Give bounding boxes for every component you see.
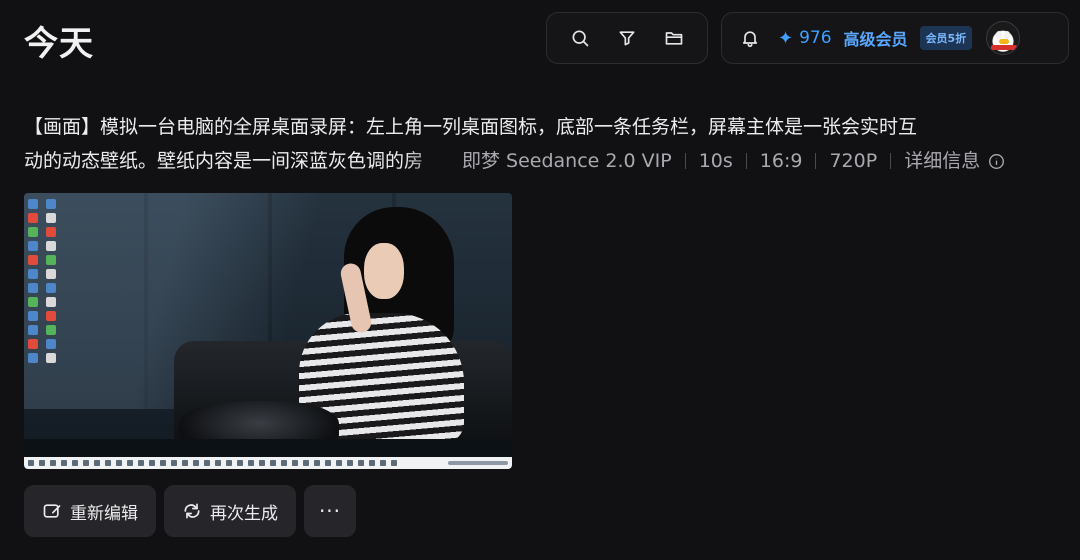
info-icon[interactable] (988, 153, 1005, 170)
credits-value: 976 (799, 28, 832, 48)
search-icon[interactable] (566, 24, 594, 52)
toolbar (546, 12, 708, 64)
sparkle-icon: ✦ (778, 27, 794, 49)
prompt-line-2-row: 动的动态壁纸。壁纸内容是一间深蓝灰色调的房 即梦 Seedance 2.0 VI… (24, 144, 1014, 178)
avatar-beak (999, 39, 1010, 44)
membership-label[interactable]: 高级会员 (844, 26, 908, 50)
thumbnail-taskbar (24, 457, 512, 469)
edit-icon (43, 504, 61, 518)
avatar[interactable] (986, 21, 1021, 55)
thumbnail-desktop-icons (28, 199, 62, 363)
avatar-scarf (991, 45, 1018, 50)
regenerate-label: 再次生成 (210, 503, 278, 524)
meta-divider (815, 153, 817, 169)
thumbnail-floor (24, 439, 512, 457)
meta-divider (890, 153, 892, 169)
meta-model: 即梦 Seedance 2.0 VIP (462, 150, 672, 172)
details-link[interactable]: 详细信息 (904, 144, 980, 178)
credits[interactable]: ✦ 976 (778, 28, 832, 49)
prompt-text: 【画面】模拟一台电脑的全屏桌面录屏：左上角一列桌面图标，底部一条任务栏，屏幕主体… (24, 110, 1014, 178)
refresh-icon (184, 503, 200, 519)
action-bar: 重新编辑 再次生成 ··· (24, 485, 356, 537)
meta-divider (745, 153, 747, 169)
meta-resolution: 720P (829, 150, 878, 172)
meta-ratio: 16:9 (759, 150, 803, 172)
prompt-line-2: 动的动态壁纸。壁纸内容是一间深蓝灰色调的房 (24, 150, 424, 172)
filter-icon[interactable] (613, 24, 641, 52)
generation-meta: 即梦 Seedance 2.0 VIP 10s 16:9 720P 详细信息 (462, 144, 1005, 178)
more-icon: ··· (318, 499, 342, 523)
folder-icon[interactable] (660, 24, 688, 52)
thumbnail-person-face (364, 243, 404, 299)
meta-duration: 10s (698, 150, 733, 172)
page: 今天 ✦ 976 高级会员 会员5折 【画面】模拟一台电脑的全屏桌面录屏：左上角… (0, 0, 1080, 560)
more-button[interactable]: ··· (304, 485, 356, 537)
regenerate-button[interactable]: 再次生成 (164, 485, 296, 537)
prompt-line-1: 【画面】模拟一台电脑的全屏桌面录屏：左上角一列桌面图标，底部一条任务栏，屏幕主体… (24, 116, 918, 138)
video-thumbnail[interactable] (24, 193, 512, 469)
reedit-button[interactable]: 重新编辑 (24, 485, 156, 537)
bell-icon[interactable] (736, 24, 764, 52)
meta-divider (684, 153, 686, 169)
membership-discount-badge: 会员5折 (919, 26, 973, 50)
page-title: 今天 (24, 24, 94, 64)
reedit-label: 重新编辑 (70, 503, 138, 524)
account-bar: ✦ 976 高级会员 会员5折 (721, 12, 1069, 64)
